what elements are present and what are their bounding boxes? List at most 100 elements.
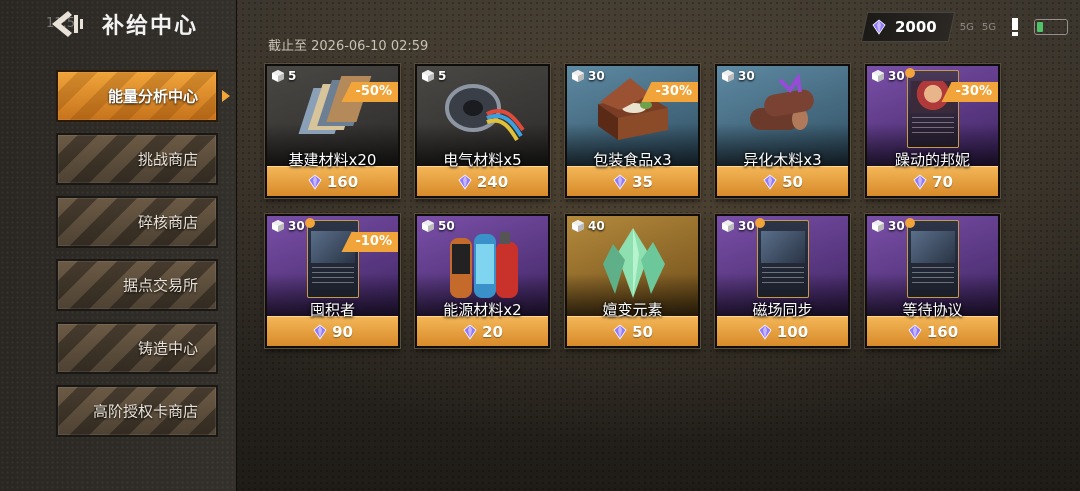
stock-value: 5 xyxy=(438,69,447,83)
shop-item-card[interactable]: 40 嬗变元素 50 xyxy=(565,214,700,348)
item-name: 包装食品x3 xyxy=(593,151,672,169)
stock-count: 30 xyxy=(571,69,605,83)
wood-logs-icon xyxy=(749,74,814,130)
stock-value: 30 xyxy=(588,69,605,83)
stock-count: 50 xyxy=(421,219,455,233)
gem-icon xyxy=(763,173,777,190)
stock-count: 30 xyxy=(271,219,305,233)
page-title: 补给中心 xyxy=(102,14,199,39)
gem-icon xyxy=(458,173,472,190)
top-status: 2000 5G 5G xyxy=(860,12,1068,42)
gem-icon xyxy=(613,323,627,340)
stock-value: 30 xyxy=(738,219,755,233)
price-button[interactable]: 20 xyxy=(417,316,548,346)
stock-value: 30 xyxy=(288,219,305,233)
network-indicator-2: 5G xyxy=(981,21,996,33)
sidebar-item-outpost-exchange[interactable]: 据点交易所 xyxy=(56,259,218,311)
stock-count: 30 xyxy=(871,219,905,233)
item-name: 囤积者 xyxy=(309,301,355,319)
box-icon xyxy=(872,70,884,82)
shop-item-card[interactable]: 5 电气材料x5 240 xyxy=(415,64,550,198)
item-name: 基建材料x20 xyxy=(288,151,377,169)
gas-tanks-icon xyxy=(449,232,518,298)
back-button[interactable] xyxy=(48,9,92,39)
shop-item-card[interactable]: 30 -10% 囤积者 90 xyxy=(265,214,400,348)
alert-icon xyxy=(1002,14,1028,40)
box-icon xyxy=(872,220,884,232)
box-icon xyxy=(422,70,434,82)
stock-value: 5 xyxy=(288,69,297,83)
price-value: 50 xyxy=(782,172,803,191)
price-value: 90 xyxy=(332,322,353,341)
box-icon xyxy=(272,70,284,82)
battery-icon xyxy=(1034,19,1068,35)
item-name: 能源材料x2 xyxy=(443,301,522,319)
skill-card-icon xyxy=(754,218,809,298)
sidebar-item-core-shard-shop[interactable]: 碎核商店 xyxy=(56,196,218,248)
sidebar-item-label: 据点交易所 xyxy=(122,276,198,295)
gem-icon xyxy=(463,323,477,340)
skill-card-icon xyxy=(904,218,959,298)
stock-count: 5 xyxy=(421,69,446,83)
network-indicator: 5G xyxy=(959,21,974,33)
price-button[interactable]: 160 xyxy=(867,316,998,346)
sidebar-item-energy-analysis[interactable]: 能量分析中心 xyxy=(56,70,218,122)
price-button[interactable]: 70 xyxy=(867,166,998,196)
shop-item-card[interactable]: 30 异化木料x3 50 xyxy=(715,64,850,198)
box-icon xyxy=(722,220,734,232)
shop-item-card[interactable]: 30 -30% 躁动的邦妮 70 xyxy=(865,64,1000,198)
stock-count: 40 xyxy=(571,219,605,233)
gem-icon xyxy=(613,173,627,190)
box-icon xyxy=(572,70,584,82)
sidebar-nav: 能量分析中心 挑战商店 碎核商店 据点交易所 铸造中心 高阶授权卡商店 xyxy=(56,70,218,448)
gem-icon xyxy=(872,19,886,35)
stock-value: 50 xyxy=(438,219,455,233)
back-arrow-icon xyxy=(52,11,83,37)
shop-item-card[interactable]: 50 能源材料x2 20 xyxy=(415,214,550,348)
cable-coil-icon xyxy=(444,84,525,142)
sidebar-item-label: 铸造中心 xyxy=(137,339,198,358)
gem-icon xyxy=(758,323,772,340)
price-button[interactable]: 240 xyxy=(417,166,548,196)
sidebar-item-label: 挑战商店 xyxy=(137,150,198,169)
shop-item-card[interactable]: 30 磁场同步 100 xyxy=(715,214,850,348)
stock-count: 30 xyxy=(721,69,755,83)
sidebar-item-challenge-shop[interactable]: 挑战商店 xyxy=(56,133,218,185)
item-name: 躁动的邦妮 xyxy=(894,151,970,169)
sidebar-item-label: 能量分析中心 xyxy=(107,87,198,106)
price-value: 35 xyxy=(632,172,653,191)
shop-item-card[interactable]: 30 -30% 包装食品x3 35 xyxy=(565,64,700,198)
sidebar-item-advanced-license-shop[interactable]: 高阶授权卡商店 xyxy=(56,385,218,437)
box-icon xyxy=(722,70,734,82)
shop-item-card[interactable]: 5 -50% 基建材料x20 160 xyxy=(265,64,400,198)
gem-icon xyxy=(308,173,322,190)
shop-item-card[interactable]: 30 等待协议 160 xyxy=(865,214,1000,348)
item-name: 异化木料x3 xyxy=(743,151,822,169)
stock-count: 30 xyxy=(721,219,755,233)
skill-card-icon xyxy=(304,218,359,298)
price-button[interactable]: 160 xyxy=(267,166,398,196)
box-icon xyxy=(422,220,434,232)
price-button[interactable]: 50 xyxy=(717,166,848,196)
sidebar-item-label: 碎核商店 xyxy=(137,213,198,232)
price-button[interactable]: 90 xyxy=(267,316,398,346)
sidebar-item-forge-center[interactable]: 铸造中心 xyxy=(56,322,218,374)
price-button[interactable]: 50 xyxy=(567,316,698,346)
stock-value: 30 xyxy=(888,219,905,233)
price-value: 160 xyxy=(326,172,359,191)
sidebar-item-label: 高阶授权卡商店 xyxy=(92,402,198,421)
stock-value: 40 xyxy=(588,219,605,233)
stock-value: 30 xyxy=(888,69,905,83)
header: 补给中心 xyxy=(48,8,198,40)
gem-icon xyxy=(313,323,327,340)
deadline-text: 截止至 2026-06-10 02:59 xyxy=(268,39,429,54)
currency-display[interactable]: 2000 xyxy=(860,12,955,42)
item-name: 嬗变元素 xyxy=(602,301,663,319)
gem-icon xyxy=(908,323,922,340)
price-button[interactable]: 100 xyxy=(717,316,848,346)
price-button[interactable]: 35 xyxy=(567,166,698,196)
price-value: 50 xyxy=(632,322,653,341)
stock-count: 30 xyxy=(871,69,905,83)
gem-icon xyxy=(913,173,927,190)
price-value: 20 xyxy=(482,322,503,341)
